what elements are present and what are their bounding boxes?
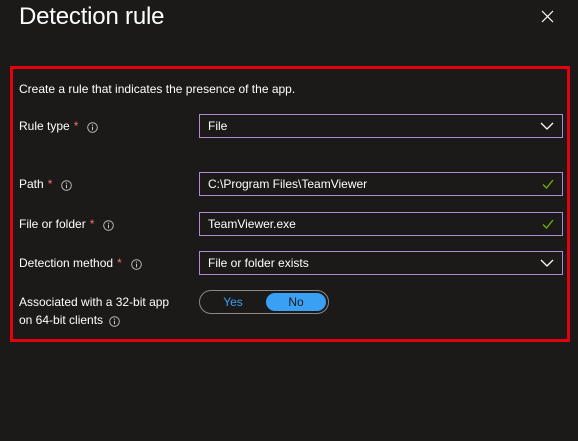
close-icon	[541, 10, 554, 23]
toggle-option-no[interactable]: No	[266, 293, 326, 311]
toggle-option-yes[interactable]: Yes	[202, 293, 264, 311]
required-marker: *	[73, 119, 79, 133]
info-icon[interactable]	[87, 121, 99, 133]
info-icon[interactable]	[109, 315, 120, 327]
detection-method-value: File or folder exists	[208, 256, 309, 270]
file-or-folder-value: TeamViewer.exe	[208, 217, 296, 231]
chevron-down-icon	[540, 259, 554, 267]
path-label: Path *	[19, 176, 73, 192]
info-icon[interactable]	[61, 179, 73, 191]
checkmark-icon	[542, 219, 554, 229]
detection-method-label: Detection method *	[19, 255, 142, 271]
detection-method-dropdown[interactable]: File or folder exists	[199, 251, 563, 275]
panel-title: Detection rule	[19, 3, 165, 30]
associated-32bit-label-line2-text: on 64-bit clients	[19, 313, 104, 327]
rule-type-label: Rule type *	[19, 118, 99, 134]
path-label-text: Path	[19, 177, 44, 191]
rule-type-label-text: Rule type	[19, 119, 70, 133]
file-or-folder-label: File or folder *	[19, 216, 115, 232]
info-icon[interactable]	[103, 219, 115, 231]
detection-rule-panel: Detection rule Create a rule that indica…	[0, 0, 578, 441]
checkmark-icon	[542, 179, 554, 189]
associated-32bit-label-line1: Associated with a 32-bit app	[19, 295, 170, 309]
required-marker: *	[47, 177, 53, 191]
rule-type-dropdown[interactable]: File	[199, 114, 563, 138]
path-value: C:\Program Files\TeamViewer	[208, 177, 368, 191]
associated-32bit-toggle[interactable]: Yes No	[199, 290, 329, 314]
rule-type-value: File	[208, 119, 228, 133]
required-marker: *	[117, 256, 122, 270]
path-input[interactable]: C:\Program Files\TeamViewer	[199, 172, 563, 196]
form-description: Create a rule that indicates the presenc…	[19, 82, 296, 96]
chevron-down-icon	[540, 122, 554, 130]
associated-32bit-label-line2: on 64-bit clients	[19, 312, 120, 328]
required-marker: *	[89, 217, 95, 231]
file-or-folder-label-text: File or folder	[19, 217, 86, 231]
file-or-folder-input[interactable]: TeamViewer.exe	[199, 212, 563, 236]
info-icon[interactable]	[130, 258, 142, 270]
close-button[interactable]	[538, 7, 558, 27]
detection-method-label-text: Detection method	[19, 256, 114, 270]
